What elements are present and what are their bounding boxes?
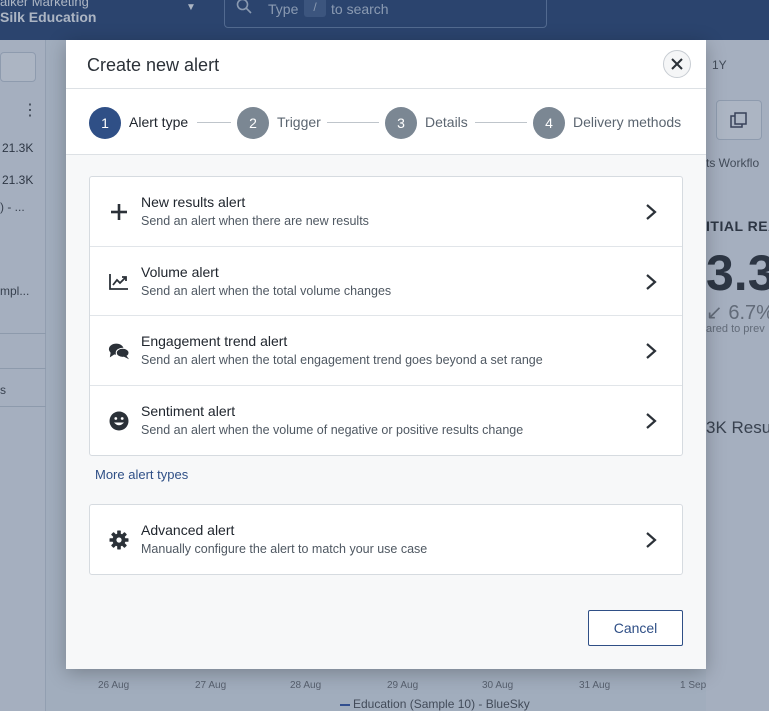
chevron-right-icon [646, 204, 657, 220]
chevron-right-icon [646, 273, 657, 290]
chat-bubbles-icon [108, 340, 130, 362]
step-connector [327, 122, 379, 123]
create-alert-dialog: Create new alert 1 Alert type 2 Trigger … [66, 40, 706, 669]
alert-type-new-results[interactable]: New results alert Send an alert when the… [90, 177, 682, 247]
close-button[interactable] [663, 50, 691, 78]
alert-type-description: Manually configure the alert to match yo… [141, 542, 428, 556]
alert-type-title: New results alert [141, 194, 246, 210]
alert-type-advanced[interactable]: Advanced alert Manually configure the al… [89, 504, 683, 575]
alert-type-volume[interactable]: Volume alert Send an alert when the tota… [90, 247, 682, 316]
step-2-label: Trigger [277, 114, 321, 130]
cancel-button[interactable]: Cancel [588, 610, 683, 646]
step-3-label: Details [425, 114, 468, 130]
step-connector [197, 122, 231, 123]
step-2-number: 2 [237, 107, 269, 139]
step-4-label: Delivery methods [573, 114, 682, 130]
chevron-right-icon [646, 532, 657, 548]
step-1-label: Alert type [129, 114, 189, 130]
step-4-number: 4 [533, 107, 565, 139]
alert-type-title: Engagement trend alert [141, 333, 288, 349]
close-icon [671, 58, 683, 70]
alert-type-description: Send an alert when the total engagement … [141, 353, 543, 367]
chevron-right-icon [646, 412, 657, 429]
alert-type-description: Send an alert when the volume of negativ… [141, 422, 524, 437]
step-3-number: 3 [385, 107, 417, 139]
alert-type-title: Sentiment alert [141, 402, 236, 419]
alert-type-list: New results alert Send an alert when the… [89, 176, 683, 456]
alert-type-title: Advanced alert [141, 522, 235, 538]
alert-type-description: Send an alert when the total volume chan… [141, 283, 392, 298]
alert-type-title: Volume alert [141, 263, 219, 280]
gear-icon [108, 529, 130, 551]
dialog-title: Create new alert [87, 55, 220, 75]
step-1-number: 1 [89, 107, 121, 139]
trending-chart-icon [108, 271, 130, 293]
chevron-right-icon [646, 343, 657, 359]
plus-icon [108, 201, 130, 223]
smiley-face-icon [108, 410, 130, 432]
step-connector [475, 122, 527, 123]
more-alert-types-link[interactable]: More alert types [95, 467, 188, 482]
alert-type-engagement-trend[interactable]: Engagement trend alert Send an alert whe… [90, 316, 682, 386]
alert-type-sentiment[interactable]: Sentiment alert Send an alert when the v… [90, 386, 682, 456]
alert-type-description: Send an alert when there are new results [141, 214, 369, 228]
